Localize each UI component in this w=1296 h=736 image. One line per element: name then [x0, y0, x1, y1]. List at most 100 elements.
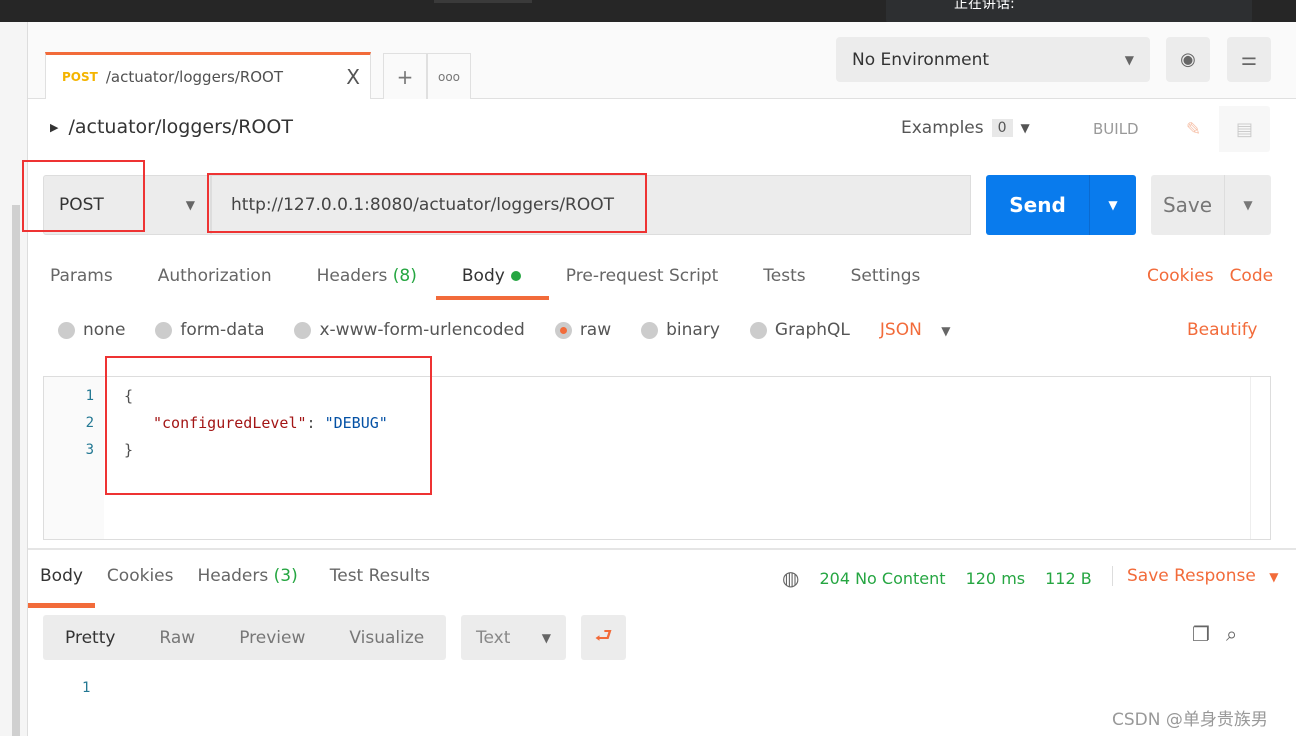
close-icon[interactable]: X — [346, 65, 360, 89]
tab-params[interactable]: Params — [50, 266, 113, 286]
radio-none[interactable]: none — [58, 320, 125, 340]
res-tab-headers[interactable]: Headers (3) — [197, 566, 297, 586]
tab-title: /actuator/loggers/ROOT — [105, 68, 284, 86]
beautify-link[interactable]: Beautify — [1187, 320, 1257, 340]
search-icon[interactable]: ⌕ — [1226, 622, 1237, 646]
new-tab-button[interactable]: + — [383, 53, 427, 99]
tab-label: Headers — [197, 566, 269, 586]
editor-scrollbar[interactable] — [1250, 377, 1270, 539]
radio-urlencoded[interactable]: x-www-form-urlencoded — [294, 320, 525, 340]
response-time: 120 ms — [965, 568, 1026, 588]
line-number: 2 — [85, 415, 94, 431]
highlight-body — [105, 356, 432, 495]
send-button[interactable]: Send ▼ — [986, 175, 1136, 235]
chevron-down-icon: ▼ — [1020, 121, 1030, 135]
radio-binary[interactable]: binary — [641, 320, 720, 340]
sidebar-scrollbar[interactable] — [12, 205, 20, 736]
radio-icon — [641, 321, 659, 339]
view-pretty[interactable]: Pretty — [43, 628, 137, 648]
view-mode-tabs: Pretty Raw Preview Visualize — [43, 615, 446, 660]
copy-icon[interactable]: ❐ — [1192, 622, 1210, 646]
wrap-lines-button[interactable]: ⮐ — [581, 615, 626, 660]
response-status: ◍ 204 No Content 120 ms 112 B — [782, 566, 1092, 590]
radio-label: GraphQL — [774, 320, 850, 340]
tab-tests[interactable]: Tests — [763, 266, 805, 286]
response-line-number: 1 — [82, 680, 91, 696]
format-value: Text — [476, 627, 511, 648]
response-format-select[interactable]: Text ▼ — [461, 615, 566, 660]
examples-count: 0 — [991, 119, 1013, 137]
request-name-text: /actuator/loggers/ROOT — [68, 116, 293, 138]
pencil-icon[interactable]: ✎ — [1168, 106, 1219, 152]
view-raw[interactable]: Raw — [137, 628, 217, 648]
radio-icon — [155, 321, 173, 339]
response-tabs: Body Cookies Headers (3) Test Results — [28, 566, 430, 608]
eye-button[interactable]: ◉ — [1166, 37, 1210, 82]
eye-icon: ◉ — [1180, 49, 1196, 70]
request-tab[interactable]: POST /actuator/loggers/ROOT X — [45, 52, 371, 99]
highlight-url — [207, 173, 647, 233]
line-number: 3 — [85, 442, 94, 458]
examples-dropdown[interactable]: Examples 0 ▼ — [901, 118, 1030, 138]
response-size: 112 B — [1045, 568, 1092, 588]
line-numbers: 1 2 3 — [44, 377, 104, 539]
chevron-down-icon: ▼ — [541, 630, 551, 645]
tab-headers[interactable]: Headers (8) — [317, 266, 417, 286]
environment-select[interactable]: No Environment ▼ — [836, 37, 1150, 82]
examples-label: Examples — [901, 118, 984, 138]
save-button[interactable]: Save ▼ — [1151, 175, 1271, 235]
status-code: 204 No Content — [819, 568, 946, 588]
chevron-down-icon[interactable]: ▼ — [1224, 175, 1271, 235]
radio-icon — [294, 321, 312, 339]
watermark: CSDN @单身贵族男 — [1112, 710, 1268, 730]
headers-count: (8) — [392, 266, 417, 286]
environment-value: No Environment — [852, 49, 990, 70]
request-name[interactable]: ▶ /actuator/loggers/ROOT — [50, 116, 293, 138]
res-tab-body[interactable]: Body — [28, 566, 95, 608]
more-tabs-button[interactable]: ooo — [427, 53, 471, 99]
request-tabs: Params Authorization Headers (8) Body Pr… — [50, 266, 921, 300]
tab-authorization[interactable]: Authorization — [158, 266, 272, 286]
radio-icon — [749, 321, 767, 339]
build-mode[interactable]: BUILD — [1093, 120, 1139, 138]
speaking-text: 正在讲话: — [954, 0, 1015, 12]
globe-icon[interactable]: ◍ — [782, 566, 799, 590]
line-number: 1 — [85, 388, 94, 404]
tab-settings[interactable]: Settings — [851, 266, 921, 286]
tab-body[interactable]: Body — [435, 266, 549, 300]
more-icon: ooo — [437, 69, 461, 84]
radio-label: raw — [579, 320, 612, 340]
view-preview[interactable]: Preview — [217, 628, 327, 648]
radio-label: binary — [666, 320, 720, 340]
save-response-label: Save Response — [1127, 566, 1256, 586]
chevron-down-icon: ▼ — [1124, 52, 1134, 67]
settings-button[interactable]: ⚌ — [1227, 37, 1271, 82]
res-tab-test-results[interactable]: Test Results — [330, 566, 430, 586]
highlight-method — [22, 160, 145, 232]
radio-graphql[interactable]: GraphQL — [749, 320, 850, 340]
save-response-button[interactable]: Save Response ▼ — [1112, 566, 1278, 586]
code-link[interactable]: Code — [1230, 266, 1274, 286]
plus-icon: + — [396, 64, 414, 89]
radio-selected-icon — [554, 321, 572, 339]
view-visualize[interactable]: Visualize — [327, 628, 446, 648]
radio-raw[interactable]: raw — [554, 320, 612, 340]
res-tab-cookies[interactable]: Cookies — [107, 566, 174, 586]
tab-pre-request-script[interactable]: Pre-request Script — [566, 266, 719, 286]
tab-label: Headers — [316, 266, 388, 286]
chevron-down-icon[interactable]: ▼ — [1089, 175, 1136, 235]
os-chip — [434, 0, 532, 3]
cookies-link[interactable]: Cookies — [1147, 266, 1214, 286]
radio-form-data[interactable]: form-data — [155, 320, 264, 340]
radio-label: x-www-form-urlencoded — [319, 320, 525, 340]
wrap-icon: ⮐ — [594, 622, 613, 647]
chevron-down-icon: ▼ — [1269, 570, 1279, 584]
send-label: Send — [1009, 193, 1066, 217]
body-type-options: none form-data x-www-form-urlencoded raw… — [58, 320, 950, 340]
tab-label: Body — [461, 266, 505, 286]
chevron-down-icon: ▼ — [185, 198, 195, 212]
body-format-select[interactable]: JSON ▼ — [880, 320, 951, 340]
side-panel-buttons: ✎ ▤ — [1168, 106, 1270, 152]
radio-icon — [58, 321, 75, 339]
comment-icon[interactable]: ▤ — [1219, 106, 1270, 152]
